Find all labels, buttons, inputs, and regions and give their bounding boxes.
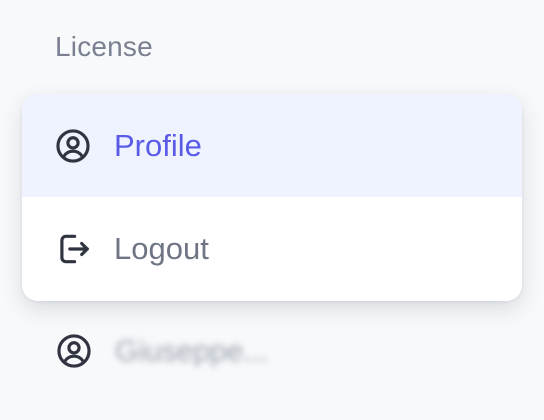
logout-icon — [54, 230, 92, 268]
menu-item-profile-label: Profile — [114, 127, 202, 163]
user-circle-icon — [54, 127, 92, 165]
user-account-row[interactable]: Giuseppe... — [55, 332, 355, 372]
user-circle-icon — [55, 332, 93, 370]
section-label-license: License — [55, 31, 153, 62]
menu-item-logout-label: Logout — [114, 231, 209, 266]
user-name: Giuseppe... — [115, 335, 269, 368]
menu-item-profile[interactable]: Profile — [22, 94, 522, 197]
menu-item-logout[interactable]: Logout — [22, 197, 522, 301]
user-dropdown-menu: Profile Logout — [22, 94, 522, 301]
